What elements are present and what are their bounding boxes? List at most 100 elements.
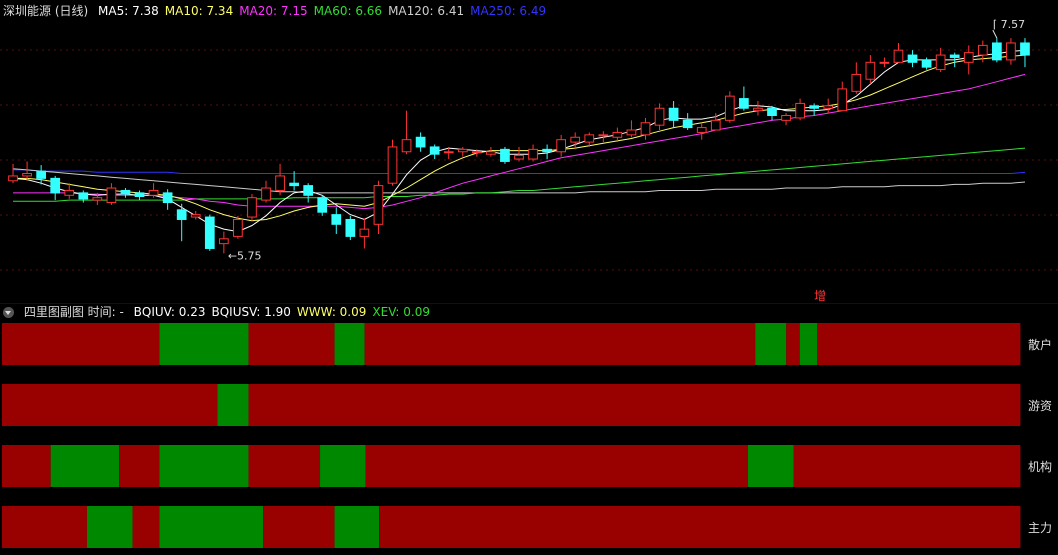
- signal-bar-red: [2, 506, 87, 548]
- candle-up: [359, 228, 370, 237]
- chevron-down-icon[interactable]: [3, 307, 14, 318]
- signal-bar-red: [786, 323, 800, 365]
- signal-bar-red: [263, 506, 335, 548]
- ma-legend-item: MA20: 7.15: [239, 4, 308, 18]
- subchart-title: 四里图副图 时间: -: [23, 305, 124, 319]
- candle-up: [275, 175, 285, 191]
- ma-legend-item: MA120: 6.41: [388, 4, 465, 18]
- candle-up: [92, 197, 103, 201]
- candle-up: [556, 139, 567, 153]
- signal-bar-red: [817, 323, 1021, 365]
- candle-up: [823, 105, 834, 109]
- candle-up: [851, 73, 862, 92]
- candle-down: [50, 177, 61, 194]
- signal-bar-red: [2, 323, 160, 365]
- candle-up: [148, 189, 159, 196]
- candle-down: [992, 42, 1002, 61]
- candle-up: [977, 44, 988, 56]
- candle-up: [387, 146, 398, 184]
- candle-up: [22, 173, 32, 177]
- signal-bar-red: [248, 323, 335, 365]
- signal-bar-red: [119, 445, 160, 487]
- signal-bar-green: [50, 445, 120, 487]
- ma-legend-item: MA60: 6.66: [313, 4, 383, 18]
- sub-chart-header: 四里图副图 时间: - BQIUV: 0.23 BQIUSV: 1.90 WWW: …: [0, 303, 442, 321]
- signal-bar-red: [248, 384, 1021, 426]
- candle-up: [443, 151, 454, 154]
- kline-chart[interactable]: ⌈ 7.57 ←5.75 增: [0, 0, 1058, 555]
- signal-bar-green: [217, 384, 249, 426]
- candle-down: [331, 214, 342, 225]
- candle-up: [781, 115, 791, 121]
- candle-up: [724, 95, 735, 121]
- signal-bar-red: [364, 323, 756, 365]
- signal-bar-green: [799, 323, 818, 365]
- indicator-legend-item: WWW: 0.09: [296, 305, 367, 319]
- candle-up: [598, 134, 609, 137]
- row-label: 主力: [1027, 521, 1052, 535]
- signal-bar-red: [365, 445, 748, 487]
- candle-up: [528, 148, 538, 160]
- candle-down: [921, 59, 932, 68]
- candle-down: [317, 197, 328, 213]
- ma-legend: MA5: 7.38 MA10: 7.34 MA20: 7.15 MA60: 6.66 M…: [98, 4, 552, 18]
- signal-bar-green: [747, 445, 794, 487]
- signal-bar-red: [132, 506, 160, 548]
- signal-bar-green: [159, 323, 249, 365]
- candle-down: [739, 98, 749, 109]
- candle-down: [303, 185, 314, 196]
- candle-up: [570, 136, 581, 143]
- low-price-label: ←5.75: [228, 249, 262, 262]
- ma-legend-item: MA250: 6.49: [470, 4, 547, 18]
- row-label: 散户: [1027, 338, 1052, 352]
- candle-down: [682, 119, 693, 129]
- candle-up: [795, 102, 805, 119]
- candle-down: [204, 216, 215, 249]
- candle-up: [514, 154, 524, 160]
- candle-up: [753, 107, 763, 112]
- row-label: 游资: [1027, 399, 1052, 413]
- signal-bar-green: [755, 323, 787, 365]
- candle-up: [8, 175, 18, 182]
- candle-up: [696, 127, 707, 133]
- candle-up: [584, 134, 595, 143]
- indicator-legend-item: BQIUV: 0.23: [133, 305, 206, 319]
- candle-down: [134, 192, 145, 197]
- increase-marker: 增: [814, 289, 826, 303]
- candle-up: [373, 185, 384, 225]
- candle-down: [949, 54, 960, 58]
- candle-down: [767, 107, 777, 117]
- candle-up: [457, 148, 468, 153]
- row-label: 机构: [1027, 460, 1052, 474]
- high-price-label: ⌈ 7.57: [993, 18, 1025, 31]
- candle-down: [907, 54, 918, 63]
- ma-legend-item: MA10: 7.34: [164, 4, 234, 18]
- chart-title: 深圳能源 (日线): [3, 4, 89, 18]
- signal-bar-green: [334, 323, 365, 365]
- signal-bar-green: [159, 506, 264, 548]
- indicator-legend-item: BQIUSV: 1.90: [211, 305, 291, 319]
- candle-up: [190, 214, 201, 218]
- candle-up: [612, 131, 623, 138]
- signal-bar-red: [793, 445, 1021, 487]
- candle-down: [36, 170, 46, 179]
- signal-bar-green: [159, 445, 249, 487]
- candle-down: [542, 148, 552, 153]
- candle-down: [345, 218, 356, 237]
- candle-up: [247, 197, 257, 218]
- main-chart-header: 深圳能源 (日线) MA5: 7.38 MA10: 7.34 MA20: 7.15 M…: [0, 2, 558, 20]
- candle-down: [289, 182, 299, 187]
- candle-up: [837, 88, 848, 112]
- candle-up: [471, 151, 482, 154]
- candle-down: [120, 189, 131, 195]
- indicator-legend-item: XEV: 0.09: [372, 305, 430, 319]
- candle-up: [710, 119, 721, 131]
- candle-down: [78, 192, 89, 200]
- candle-down: [809, 105, 820, 109]
- candle-up: [261, 187, 271, 201]
- candle-up: [218, 238, 229, 245]
- candle-up: [963, 52, 974, 63]
- candle-down: [176, 209, 187, 220]
- signal-bar-green: [320, 445, 366, 487]
- candle-up: [626, 129, 637, 136]
